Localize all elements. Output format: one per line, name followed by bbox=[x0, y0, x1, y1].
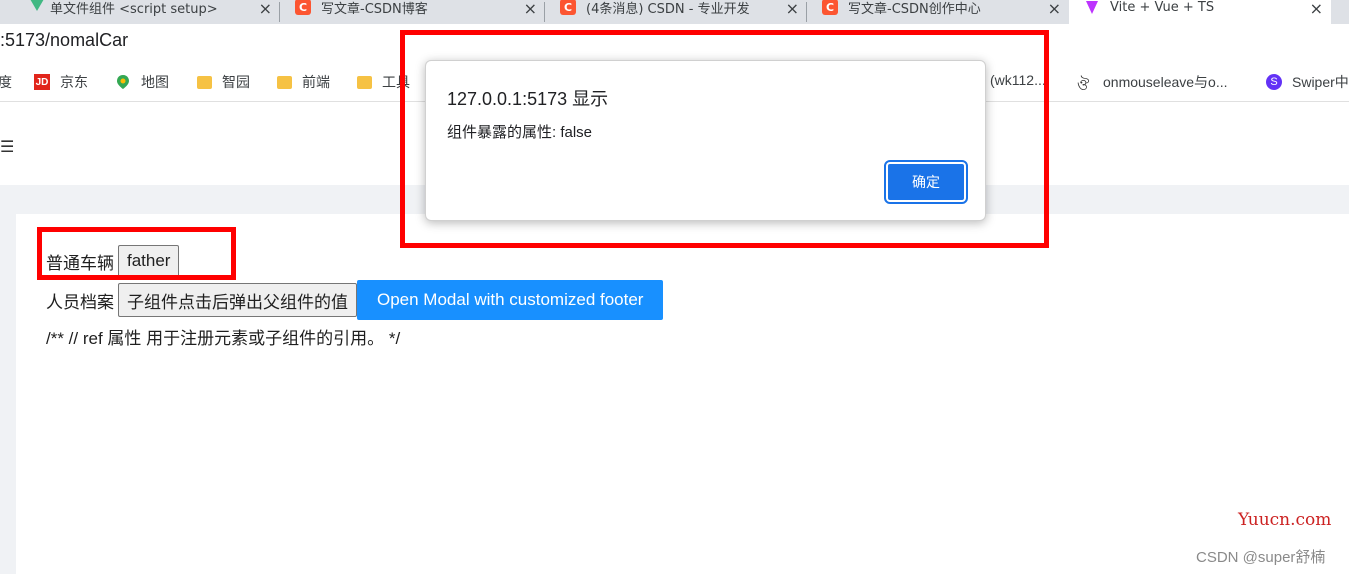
tab-title: Vite + Vue + TS bbox=[1110, 0, 1215, 15]
tab-title: 写文章-CSDN博客 bbox=[321, 1, 428, 17]
swiper-icon: S bbox=[1266, 74, 1282, 90]
tab-1[interactable]: C 写文章-CSDN博客 × bbox=[280, 0, 545, 24]
folder-icon bbox=[277, 75, 292, 89]
bookmark-map[interactable]: 地图 bbox=[115, 72, 169, 92]
tab-2[interactable]: C (4条消息) CSDN - 专业开发 × bbox=[545, 0, 807, 24]
bookmark-baidu[interactable]: 度 bbox=[0, 72, 12, 92]
tab-4-active[interactable]: Vite + Vue + TS × bbox=[1069, 0, 1331, 24]
child-value-button[interactable]: 子组件点击后弹出父组件的值 bbox=[118, 283, 357, 317]
bookmark-swiper[interactable]: S Swiper中 bbox=[1266, 72, 1349, 92]
bookmark-label: 京东 bbox=[60, 74, 88, 90]
bookmark-label: Swiper中 bbox=[1292, 74, 1349, 90]
ref-comment: /** // ref 属性 用于注册元素或子组件的引用。 */ bbox=[46, 329, 401, 348]
tab-title: 写文章-CSDN创作中心 bbox=[848, 1, 981, 17]
page-icon: ঔ bbox=[1077, 77, 1090, 94]
row-label: 人员档案 bbox=[46, 292, 114, 312]
bookmark-label: 前端 bbox=[302, 74, 330, 90]
map-icon bbox=[115, 74, 131, 90]
open-modal-button[interactable]: Open Modal with customized footer bbox=[357, 280, 664, 320]
csdn-icon: C bbox=[822, 0, 838, 15]
bookmark-label: 地图 bbox=[141, 74, 169, 90]
close-icon[interactable]: × bbox=[259, 0, 272, 18]
folder-icon bbox=[357, 75, 372, 89]
tab-strip: 单文件组件 <script setup> × C 写文章-CSDN博客 × C … bbox=[0, 0, 1349, 24]
bookmark-onmouseleave[interactable]: ঔ onmouseleave与o... bbox=[1077, 72, 1228, 94]
author-watermark: CSDN @super舒楠 bbox=[1196, 549, 1326, 566]
jd-icon: JD bbox=[34, 74, 50, 90]
close-icon[interactable]: × bbox=[1310, 0, 1323, 18]
vite-icon bbox=[1084, 0, 1100, 15]
menu-icon[interactable]: ☰ bbox=[0, 137, 14, 156]
tab-0[interactable]: 单文件组件 <script setup> × bbox=[0, 0, 280, 24]
tab-3[interactable]: C 写文章-CSDN创作中心 × bbox=[807, 0, 1069, 24]
tab-title: (4条消息) CSDN - 专业开发 bbox=[586, 1, 750, 17]
bookmark-jd[interactable]: JD 京东 bbox=[34, 72, 88, 92]
site-watermark: Yuucn.com bbox=[1238, 510, 1332, 530]
tab-title: 单文件组件 <script setup> bbox=[50, 1, 218, 17]
bookmark-label: 度 bbox=[0, 74, 12, 90]
annotation-box-dialog bbox=[400, 30, 1049, 248]
close-icon[interactable]: × bbox=[1048, 0, 1061, 18]
csdn-icon: C bbox=[560, 0, 576, 15]
row-personnel: 人员档案 子组件点击后弹出父组件的值 Open Modal with custo… bbox=[46, 280, 664, 320]
url-text[interactable]: :5173/nomalCar bbox=[0, 30, 128, 51]
bookmark-label: 智园 bbox=[222, 74, 250, 90]
bookmark-label: onmouseleave与o... bbox=[1103, 74, 1228, 90]
folder-icon bbox=[197, 75, 212, 89]
csdn-icon: C bbox=[295, 0, 311, 15]
annotation-box-father bbox=[37, 227, 236, 280]
close-icon[interactable]: × bbox=[524, 0, 537, 18]
close-icon[interactable]: × bbox=[786, 0, 799, 18]
bookmark-zhiyuan[interactable]: 智园 bbox=[197, 72, 250, 92]
bookmark-qianduan[interactable]: 前端 bbox=[277, 72, 330, 92]
